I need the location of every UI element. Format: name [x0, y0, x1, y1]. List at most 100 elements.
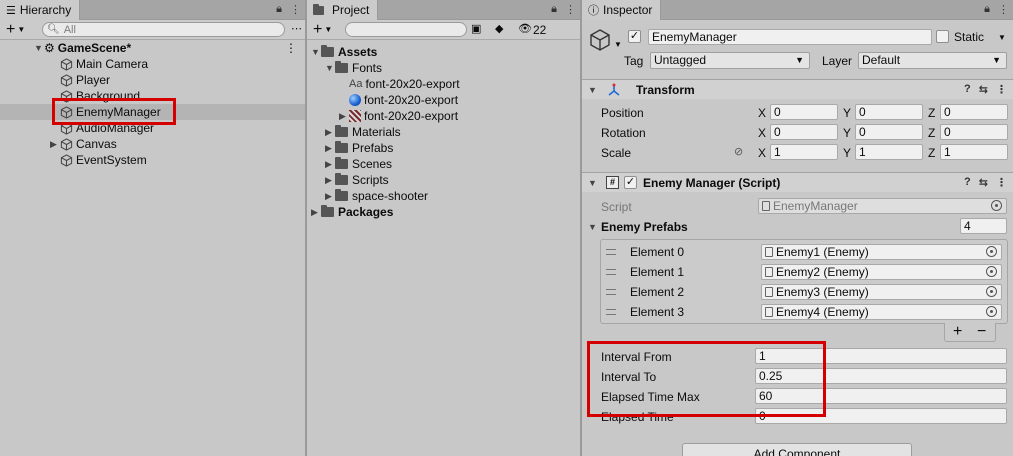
hierarchy-item[interactable]: EventSystem — [0, 152, 305, 168]
expand-arrow-icon[interactable]: ▼ — [588, 222, 598, 232]
add-component-button[interactable]: Add Component — [682, 443, 912, 456]
drag-handle-icon[interactable] — [606, 269, 616, 275]
tag-dropdown[interactable]: Untagged ▼ — [650, 52, 810, 69]
axis-y-label[interactable]: Y — [843, 106, 851, 120]
drag-handle-icon[interactable] — [606, 249, 616, 255]
tree-font-file[interactable]: Aa font-20x20-export — [307, 76, 460, 92]
expand-arrow-icon[interactable]: ▶ — [50, 139, 60, 150]
tree-folder[interactable]: ▶ Materials — [307, 124, 401, 140]
expand-arrow-icon[interactable]: ▼ — [325, 63, 335, 73]
expand-arrow-icon[interactable]: ▶ — [325, 191, 335, 202]
preset-icon[interactable]: ⇆ — [979, 176, 988, 189]
expand-arrow-icon[interactable]: ▶ — [311, 207, 321, 218]
constrain-proportions-icon[interactable]: ⊘ — [734, 145, 743, 158]
array-size-field[interactable]: 4 — [960, 218, 1007, 234]
static-checkbox[interactable] — [936, 30, 949, 43]
transform-x-field[interactable]: 0 — [770, 104, 838, 120]
enabled-checkbox[interactable]: ✓ — [624, 176, 637, 189]
enemy-prefab-field[interactable]: Enemy2 (Enemy) — [761, 264, 1002, 280]
script-component-header[interactable]: ▼ # ✓ Enemy Manager (Script) ? ⇆ ⋮ — [582, 172, 1013, 192]
tree-packages[interactable]: ▶ Packages — [307, 204, 393, 220]
axis-y-label[interactable]: Y — [843, 126, 851, 140]
kebab-menu-icon[interactable]: ⋮ — [565, 3, 576, 16]
transform-x-field[interactable]: 1 — [770, 144, 838, 160]
object-picker-icon[interactable] — [986, 266, 997, 277]
tree-folder[interactable]: ▶ Prefabs — [307, 140, 393, 156]
expand-arrow-icon[interactable]: ▶ — [339, 111, 349, 122]
expand-arrow-icon[interactable]: ▶ — [325, 143, 335, 154]
transform-header[interactable]: ▼ Transform ? ⇆ ⋮ — [582, 79, 1013, 99]
expand-arrow-icon[interactable]: ▼ — [34, 43, 44, 53]
kebab-menu-icon[interactable]: ⋮ — [290, 3, 301, 16]
transform-z-field[interactable]: 0 — [940, 104, 1008, 120]
scene-row[interactable]: ▼ ⚙︎ GameScene* ⋮ — [0, 40, 305, 56]
hierarchy-item[interactable]: Main Camera — [0, 56, 305, 72]
search-options-icon[interactable]: ⋯ — [291, 22, 302, 35]
enemy-prefab-field[interactable]: Enemy4 (Enemy) — [761, 304, 1002, 320]
tab-inspector[interactable]: ⓘ Inspector — [582, 0, 662, 20]
transform-y-field[interactable]: 1 — [855, 144, 923, 160]
enemy-prefabs-label[interactable]: Enemy Prefabs — [601, 220, 688, 234]
hidden-packages-icon[interactable]: 👁︎ — [518, 22, 532, 35]
scene-menu-icon[interactable]: ⋮ — [285, 41, 297, 55]
lock-icon[interactable]: 🔒︎ — [984, 3, 990, 16]
help-icon[interactable]: ? — [964, 83, 971, 96]
tree-folder[interactable]: ▶ Scripts — [307, 172, 389, 188]
tree-folder[interactable]: ▶ space-shooter — [307, 188, 428, 204]
help-icon[interactable]: ? — [964, 176, 971, 189]
object-picker-icon[interactable] — [986, 246, 997, 257]
drag-handle-icon[interactable] — [606, 289, 616, 295]
chevron-down-icon[interactable]: ▼ — [614, 40, 622, 49]
search-by-type-icon[interactable]: ▣ — [471, 22, 481, 35]
tab-hierarchy[interactable]: ☰ Hierarchy — [0, 0, 81, 20]
tree-font-file[interactable]: ▶ font-20x20-export — [307, 108, 458, 124]
transform-y-field[interactable]: 0 — [855, 104, 923, 120]
chevron-down-icon[interactable]: ▼ — [998, 33, 1006, 42]
create-button[interactable]: + ▼ — [0, 21, 34, 38]
add-element-button[interactable]: + — [953, 323, 962, 341]
expand-arrow-icon[interactable]: ▶ — [325, 175, 335, 186]
kebab-menu-icon[interactable]: ⋮ — [998, 3, 1009, 16]
axis-z-label[interactable]: Z — [928, 146, 935, 160]
kebab-menu-icon[interactable]: ⋮ — [996, 83, 1007, 96]
project-search-input[interactable] — [345, 22, 467, 37]
preset-icon[interactable]: ⇆ — [979, 83, 988, 96]
remove-element-button[interactable]: − — [977, 323, 986, 341]
axis-x-label[interactable]: X — [758, 106, 766, 120]
axis-z-label[interactable]: Z — [928, 126, 935, 140]
kebab-menu-icon[interactable]: ⋮ — [996, 176, 1007, 189]
lock-icon[interactable]: 🔒︎ — [551, 3, 557, 16]
object-picker-icon[interactable] — [986, 306, 997, 317]
tree-font-file[interactable]: font-20x20-export — [307, 92, 458, 108]
object-name-field[interactable]: EnemyManager — [648, 29, 932, 45]
search-by-label-icon[interactable]: ◆ — [495, 22, 503, 35]
axis-x-label[interactable]: X — [758, 146, 766, 160]
drag-handle-icon[interactable] — [606, 309, 616, 315]
axis-z-label[interactable]: Z — [928, 106, 935, 120]
transform-x-field[interactable]: 0 — [770, 124, 838, 140]
tree-fonts[interactable]: ▼ Fonts — [307, 60, 382, 76]
active-checkbox[interactable]: ✓ — [628, 30, 641, 43]
enemy-prefab-field[interactable]: Enemy1 (Enemy) — [761, 244, 1002, 260]
enemy-prefab-field[interactable]: Enemy3 (Enemy) — [761, 284, 1002, 300]
expand-arrow-icon[interactable]: ▶ — [325, 159, 335, 170]
layer-dropdown[interactable]: Default ▼ — [858, 52, 1007, 69]
tree-assets[interactable]: ▼ Assets — [307, 44, 377, 60]
transform-y-field[interactable]: 0 — [855, 124, 923, 140]
tree-folder[interactable]: ▶ Scenes — [307, 156, 392, 172]
lock-icon[interactable]: 🔒︎ — [276, 3, 282, 16]
axis-y-label[interactable]: Y — [843, 146, 851, 160]
tab-project[interactable]: Project — [307, 0, 379, 20]
transform-z-field[interactable]: 1 — [940, 144, 1008, 160]
expand-arrow-icon[interactable]: ▼ — [588, 178, 598, 188]
hierarchy-search-input[interactable]: 🔍︎ All — [42, 22, 285, 37]
axis-x-label[interactable]: X — [758, 126, 766, 140]
expand-arrow-icon[interactable]: ▼ — [588, 85, 598, 95]
expand-arrow-icon[interactable]: ▶ — [325, 127, 335, 138]
object-picker-icon[interactable] — [986, 286, 997, 297]
hierarchy-item[interactable]: Player — [0, 72, 305, 88]
create-asset-button[interactable]: + ▼ — [307, 21, 341, 38]
hierarchy-item[interactable]: ▶ Canvas — [0, 136, 305, 152]
transform-z-field[interactable]: 0 — [940, 124, 1008, 140]
expand-arrow-icon[interactable]: ▼ — [311, 47, 321, 57]
